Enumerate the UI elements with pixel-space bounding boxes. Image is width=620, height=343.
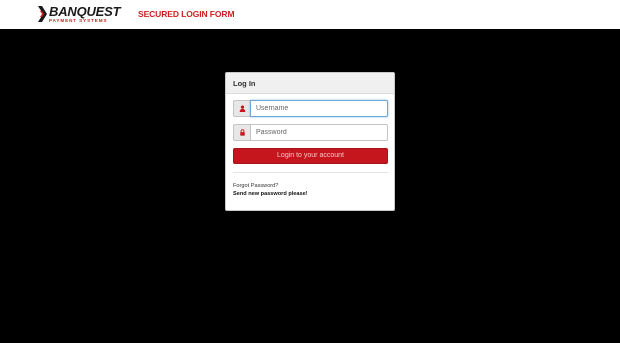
login-button[interactable]: Login to your account — [233, 148, 388, 164]
banquest-logo[interactable]: BANQUEST PAYMENT SYSTEMS — [38, 3, 121, 23]
password-field-group — [233, 124, 388, 141]
top-header-bar: BANQUEST PAYMENT SYSTEMS SECURED LOGIN F… — [0, 0, 620, 29]
username-field-group — [233, 100, 388, 117]
user-icon — [233, 100, 250, 117]
brand-name: BANQUEST — [49, 3, 121, 19]
divider — [233, 172, 388, 173]
password-input[interactable] — [250, 124, 388, 141]
login-panel: Log In Login to your account Forgot Pass… — [225, 72, 395, 211]
logo-chevron-icon — [38, 6, 47, 22]
brand-tagline: PAYMENT SYSTEMS — [49, 17, 108, 23]
forgot-password-label: Forgot Password? — [233, 183, 279, 189]
login-panel-header: Log In — [226, 73, 394, 94]
send-new-password-link[interactable]: Send new password please! — [233, 191, 308, 197]
lock-icon — [233, 124, 250, 141]
username-input[interactable] — [250, 100, 388, 117]
page-title: SECURED LOGIN FORM — [138, 9, 235, 19]
login-panel-title: Log In — [233, 78, 256, 88]
